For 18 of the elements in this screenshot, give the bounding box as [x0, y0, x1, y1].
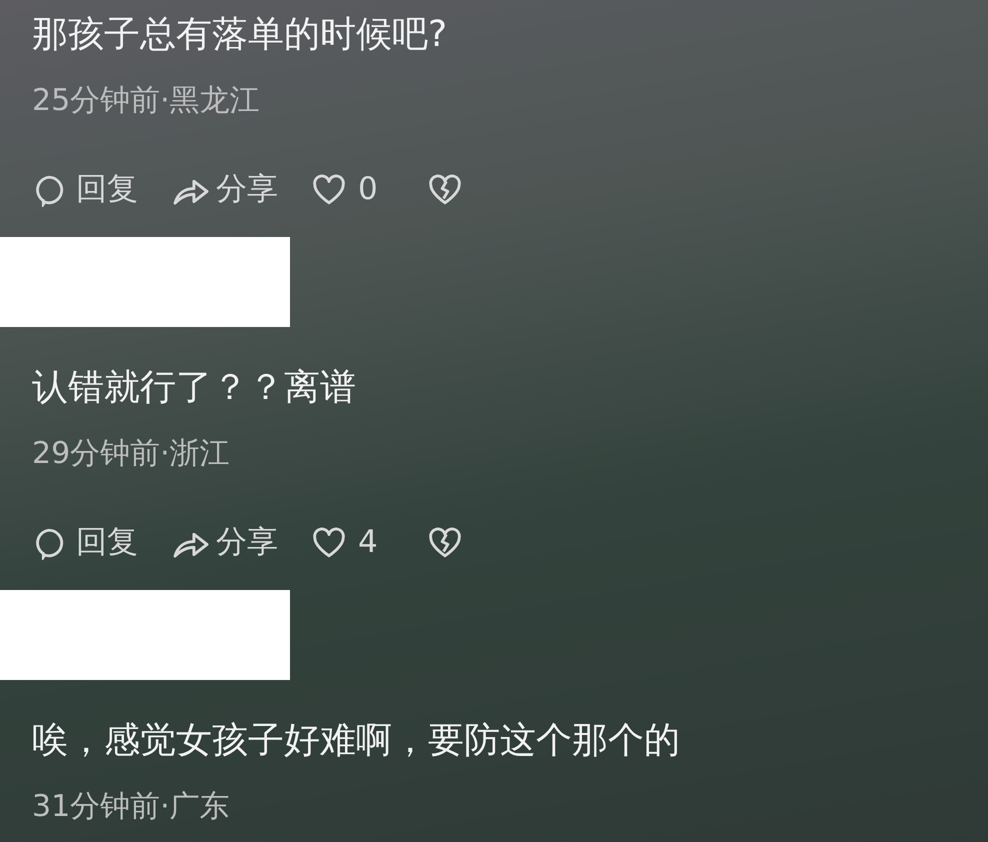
like-button[interactable]: 0: [312, 166, 378, 213]
comment-text: 那孩子总有落单的时候吧?: [32, 13, 448, 57]
like-button[interactable]: 4: [312, 519, 378, 566]
reply-button[interactable]: 回复: [32, 519, 138, 566]
dislike-button[interactable]: [428, 174, 462, 206]
broken-heart-icon: [428, 174, 462, 206]
comment-text: 唉，感觉女孩子好难啊，要防这个那个的: [32, 719, 681, 763]
share-button[interactable]: 分享: [172, 519, 278, 566]
heart-icon: [312, 174, 346, 206]
broken-heart-icon: [428, 526, 462, 558]
dislike-button[interactable]: [428, 526, 462, 558]
comment-meta: 31分钟前·广东: [32, 788, 231, 826]
comment-meta: 29分钟前·浙江: [32, 434, 231, 472]
share-button[interactable]: 分享: [172, 166, 278, 213]
comment-text: 认错就行了？？离谱: [32, 366, 357, 410]
heart-icon: [312, 526, 346, 558]
reply-button[interactable]: 回复: [32, 166, 138, 213]
comment-meta: 25分钟前·黑龙江: [32, 82, 261, 120]
